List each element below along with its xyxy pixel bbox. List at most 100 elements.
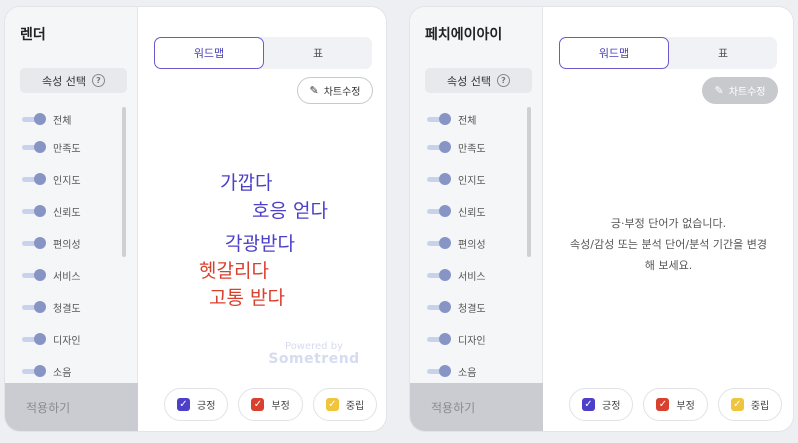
word-positive[interactable]: 호응 얻다 <box>252 196 328 223</box>
wordmap-panel: 워드맵 표 ✎ 차트수정 긍·부정 단어가 없습니다. 속성/감성 또는 분석 … <box>544 7 793 431</box>
tab-wordmap[interactable]: 워드맵 <box>154 37 264 69</box>
attribute-item[interactable]: 편의성 <box>425 235 486 251</box>
legend-label: 중립 <box>750 401 770 412</box>
sidebar-scrollbar[interactable] <box>527 107 531 257</box>
legend-negative[interactable]: ✓ 부정 <box>238 388 303 421</box>
legend-positive[interactable]: ✓ 긍정 <box>164 388 229 421</box>
legend-negative[interactable]: ✓ 부정 <box>643 388 708 421</box>
legend-label: 중립 <box>345 401 365 412</box>
toggle-switch[interactable] <box>20 269 46 281</box>
attribute-item[interactable]: 디자인 <box>20 331 81 347</box>
checkbox-icon[interactable]: ✓ <box>582 398 595 411</box>
attribute-item[interactable]: 편의성 <box>20 235 81 251</box>
empty-message-line: 긍·부정 단어가 없습니다. <box>610 217 727 230</box>
attribute-item[interactable]: 만족도 <box>425 139 486 155</box>
tab-table[interactable]: 표 <box>264 37 372 69</box>
attribute-item[interactable]: 디자인 <box>425 331 486 347</box>
sidebar-title: 렌더 <box>20 27 46 43</box>
toggle-switch[interactable] <box>425 269 451 281</box>
attribute-item[interactable]: 신뢰도 <box>425 203 486 219</box>
attribute-item[interactable]: 청결도 <box>20 299 81 315</box>
analysis-card-render: 렌더 속성 선택 ? 전체 만족도 인지도 신뢰도 편의성 서비스 청결도 디자… <box>4 6 387 432</box>
sentiment-legend: ✓ 긍정 ✓ 부정 ✓ 중립 <box>164 388 378 421</box>
toggle-switch[interactable] <box>20 333 46 345</box>
attribute-sidebar: 페치에이아이 속성 선택 ? 전체 만족도 인지도 신뢰도 편의성 서비스 청결… <box>410 7 543 431</box>
toggle-switch[interactable] <box>425 173 451 185</box>
pencil-icon: ✎ <box>714 84 724 97</box>
pencil-icon: ✎ <box>309 84 319 97</box>
checkbox-icon[interactable]: ✓ <box>251 398 265 411</box>
view-tabs: 워드맵 표 <box>154 37 372 69</box>
checkbox-icon[interactable]: ✓ <box>730 398 744 411</box>
checkbox-icon[interactable]: ✓ <box>177 398 190 411</box>
brand-logo: Sometrend <box>268 351 360 367</box>
attribute-item[interactable]: 서비스 <box>20 267 81 283</box>
attribute-item[interactable]: 청결도 <box>425 299 486 315</box>
legend-label: 긍정 <box>602 401 621 412</box>
attribute-select-button[interactable]: 속성 선택 ? <box>425 68 532 93</box>
toggle-switch[interactable] <box>425 237 451 249</box>
attribute-item[interactable]: 만족도 <box>20 139 81 155</box>
toggle-switch[interactable] <box>20 141 46 153</box>
word-negative[interactable]: 헷갈리다 <box>199 256 269 283</box>
sidebar-title: 페치에이아이 <box>425 27 503 43</box>
chart-edit-button[interactable]: ✎ 차트수정 <box>297 77 373 104</box>
analysis-card-fetch-ai: 페치에이아이 속성 선택 ? 전체 만족도 인지도 신뢰도 편의성 서비스 청결… <box>409 6 794 432</box>
apply-button[interactable]: 적용하기 <box>5 383 138 431</box>
legend-label: 부정 <box>676 401 695 412</box>
attribute-item[interactable]: 인지도 <box>425 171 486 187</box>
toggle-switch[interactable] <box>20 301 46 313</box>
help-icon[interactable]: ? <box>91 74 105 87</box>
legend-neutral[interactable]: ✓ 중립 <box>717 388 783 421</box>
attribute-select-label: 속성 선택 <box>447 74 491 88</box>
help-icon[interactable]: ? <box>496 74 510 87</box>
attribute-item[interactable]: 전체 <box>425 111 476 127</box>
empty-message-line: 속성/감성 또는 분석 단어/분석 기간을 변경 <box>570 238 767 251</box>
toggle-switch[interactable] <box>425 333 451 345</box>
toggle-switch[interactable] <box>20 113 46 125</box>
word-cloud: 가깝다 호응 얻다 각광받다 헷갈리다 고통 받다 <box>139 107 386 337</box>
attribute-list: 전체 만족도 인지도 신뢰도 편의성 서비스 청결도 디자인 소음 <box>425 107 530 382</box>
sentiment-legend: ✓ 긍정 ✓ 부정 ✓ 중립 <box>569 388 783 421</box>
toggle-switch[interactable] <box>20 365 46 377</box>
view-tabs: 워드맵 표 <box>559 37 777 69</box>
apply-button[interactable]: 적용하기 <box>410 383 543 431</box>
tab-wordmap[interactable]: 워드맵 <box>559 37 669 69</box>
legend-label: 부정 <box>271 401 290 412</box>
legend-label: 긍정 <box>197 401 216 412</box>
attribute-item[interactable]: 신뢰도 <box>20 203 81 219</box>
attribute-item[interactable]: 전체 <box>20 111 71 127</box>
word-negative[interactable]: 고통 받다 <box>209 283 285 310</box>
toggle-switch[interactable] <box>20 237 46 249</box>
attribute-item[interactable]: 서비스 <box>425 267 486 283</box>
attribute-select-button[interactable]: 속성 선택 ? <box>20 68 127 93</box>
word-positive[interactable]: 가깝다 <box>220 168 272 195</box>
attribute-sidebar: 렌더 속성 선택 ? 전체 만족도 인지도 신뢰도 편의성 서비스 청결도 디자… <box>5 7 138 431</box>
toggle-switch[interactable] <box>20 173 46 185</box>
tab-table[interactable]: 표 <box>669 37 777 69</box>
powered-by-watermark: Powered by Sometrend <box>264 341 364 367</box>
attribute-item[interactable]: 인지도 <box>20 171 81 187</box>
checkbox-icon[interactable]: ✓ <box>656 398 670 411</box>
toggle-switch[interactable] <box>425 365 451 377</box>
legend-neutral[interactable]: ✓ 중립 <box>312 388 378 421</box>
toggle-switch[interactable] <box>425 301 451 313</box>
attribute-item[interactable]: 소음 <box>425 363 476 379</box>
wordmap-panel: 워드맵 표 ✎ 차트수정 가깝다 호응 얻다 각광받다 헷갈리다 고통 받다 P… <box>139 7 386 431</box>
empty-state-message: 긍·부정 단어가 없습니다. 속성/감성 또는 분석 단어/분석 기간을 변경 … <box>544 213 793 276</box>
toggle-switch[interactable] <box>425 205 451 217</box>
sidebar-scrollbar[interactable] <box>122 107 126 257</box>
chart-edit-label: 차트수정 <box>323 87 361 98</box>
legend-positive[interactable]: ✓ 긍정 <box>569 388 634 421</box>
empty-message-line: 해 보세요. <box>644 259 693 272</box>
attribute-select-label: 속성 선택 <box>42 74 86 88</box>
toggle-switch[interactable] <box>20 205 46 217</box>
chart-edit-label: 차트수정 <box>728 87 766 98</box>
attribute-item[interactable]: 소음 <box>20 363 71 379</box>
attribute-list: 전체 만족도 인지도 신뢰도 편의성 서비스 청결도 디자인 소음 <box>20 107 125 382</box>
word-positive[interactable]: 각광받다 <box>225 229 295 256</box>
toggle-switch[interactable] <box>425 113 451 125</box>
chart-edit-button[interactable]: ✎ 차트수정 <box>702 77 778 104</box>
checkbox-icon[interactable]: ✓ <box>325 398 339 411</box>
toggle-switch[interactable] <box>425 141 451 153</box>
